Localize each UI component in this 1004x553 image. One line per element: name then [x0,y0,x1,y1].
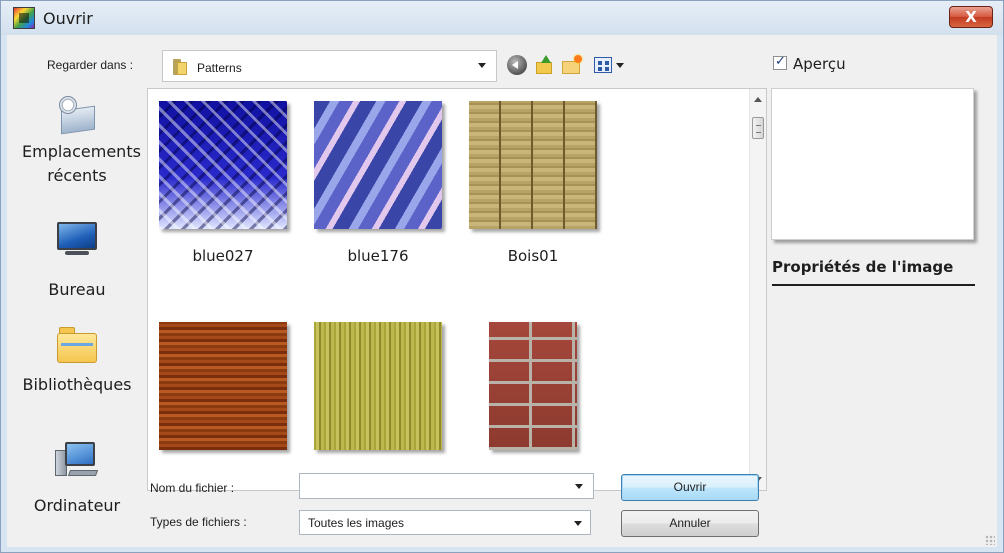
file-name: Bois01 [507,247,559,265]
recent-places-icon [55,96,99,136]
folder-icon [173,59,189,75]
look-in-combobox[interactable]: Patterns [162,50,497,82]
filename-label: Nom du fichier : [150,481,235,495]
place-label: Bureau [48,280,106,299]
file-thumbnail [159,322,287,450]
open-button[interactable]: Ouvrir [621,474,759,501]
open-dialog: Ouvrir X Regarder dans : Patterns Emplac… [0,0,1004,553]
filetype-select[interactable]: Toutes les images [299,510,591,535]
views-dropdown-arrow-icon[interactable] [616,63,624,68]
scroll-thumb[interactable] [752,117,764,139]
place-recent[interactable]: Emplacements récents [7,96,147,188]
filename-history-dropdown-icon[interactable] [575,484,583,489]
vertical-scrollbar[interactable] [749,89,766,490]
file-thumbnail [314,101,442,229]
file-item-blue027[interactable]: blue027 [158,101,288,265]
file-name: blue176 [347,247,409,265]
place-libraries[interactable]: Bibliothèques [7,325,147,397]
dialog-content: Regarder dans : Patterns Emplacements ré… [7,35,997,547]
place-label: Emplacements récents [22,142,141,185]
views-menu-icon[interactable] [594,57,612,73]
scroll-up-icon[interactable] [754,97,762,102]
preview-pane [771,88,974,240]
new-folder-icon[interactable] [562,55,582,75]
libraries-icon [55,325,99,365]
place-desktop[interactable]: Bureau [7,218,147,302]
image-properties-title: Propriétés de l'image [772,258,954,276]
chevron-down-icon [574,521,582,526]
file-item-bois01[interactable]: Bois01 [468,101,598,265]
file-thumbnail [489,322,577,450]
app-icon [13,7,35,29]
title-bar[interactable]: Ouvrir X [1,1,1003,35]
computer-icon [55,440,99,480]
file-name: blue027 [192,247,254,265]
look-in-value: Patterns [197,61,242,75]
place-computer[interactable]: Ordinateur [7,440,147,518]
file-list[interactable]: blue027 blue176 Bois01 [147,88,767,491]
place-label: Ordinateur [33,496,121,515]
file-item[interactable] [158,322,288,468]
file-thumbnail [159,101,287,229]
file-thumbnail [314,322,442,450]
file-thumbnail [469,101,597,229]
filetype-label: Types de fichiers : [150,515,247,529]
file-item[interactable] [313,322,443,468]
preview-checkbox[interactable] [773,54,787,70]
places-bar: Emplacements récents Bureau Bibliothèque… [7,88,147,515]
filetype-value: Toutes les images [308,516,405,530]
desktop-icon [55,218,99,258]
file-item[interactable] [468,322,598,468]
cancel-button[interactable]: Annuler [621,510,759,537]
place-label: Bibliothèques [22,375,132,394]
preview-label[interactable]: Aperçu [793,55,846,73]
up-folder-icon[interactable] [535,55,555,75]
window-title: Ouvrir [43,9,93,28]
look-in-label: Regarder dans : [47,58,134,72]
chevron-down-icon [478,63,486,68]
file-item-blue176[interactable]: blue176 [313,101,443,265]
properties-divider [772,284,975,286]
close-button[interactable]: X [949,6,993,28]
back-icon[interactable] [507,55,527,75]
filename-input[interactable] [299,473,594,499]
resize-grip[interactable] [985,535,995,545]
